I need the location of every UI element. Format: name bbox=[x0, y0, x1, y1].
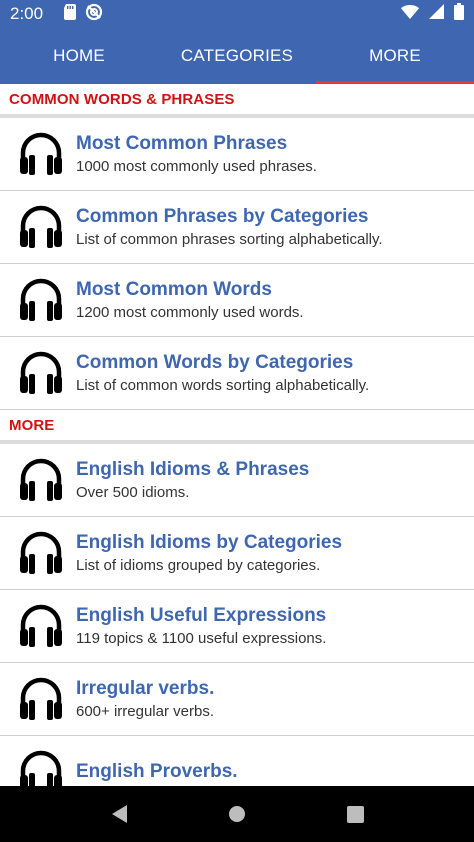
tab-more[interactable]: MORE bbox=[316, 28, 474, 84]
headphones-icon bbox=[18, 530, 64, 576]
back-icon[interactable] bbox=[99, 794, 139, 834]
headphones-icon bbox=[18, 350, 64, 396]
list-item-common-words-by-categories[interactable]: Common Words by Categories List of commo… bbox=[0, 337, 474, 410]
list-item-subtitle: 1000 most commonly used phrases. bbox=[76, 157, 317, 175]
list-item-title: English Idioms & Phrases bbox=[76, 458, 310, 480]
headphones-icon bbox=[18, 603, 64, 649]
section-header-more: MORE bbox=[0, 410, 474, 444]
headphones-icon bbox=[18, 676, 64, 722]
list-item-texts: English Idioms & Phrases Over 500 idioms… bbox=[76, 458, 309, 503]
list-item-subtitle: List of common phrases sorting alphabeti… bbox=[76, 230, 383, 248]
status-time: 2:00 bbox=[10, 4, 44, 23]
tab-home[interactable]: HOME bbox=[0, 28, 158, 84]
list-item-title: Irregular verbs. bbox=[76, 677, 215, 699]
list-item-subtitle: 1200 most commonly used words. bbox=[76, 303, 304, 321]
list-item-title: English Useful Expressions bbox=[76, 604, 327, 626]
recents-icon[interactable] bbox=[335, 794, 375, 834]
list-item-title: English Idioms by Categories bbox=[76, 531, 343, 553]
list-item-title: Most Common Phrases bbox=[76, 132, 288, 154]
list-item-irregular-verbs[interactable]: Irregular verbs. 600+ irregular verbs. bbox=[0, 663, 474, 736]
list-item-texts: English Proverbs. bbox=[76, 760, 238, 785]
list-item-common-phrases-by-categories[interactable]: Common Phrases by Categories List of com… bbox=[0, 191, 474, 264]
list-item-english-proverbs[interactable]: English Proverbs. bbox=[0, 736, 474, 786]
signal-icon bbox=[429, 4, 444, 24]
list-item-texts: Common Phrases by Categories List of com… bbox=[76, 205, 383, 250]
list-item-subtitle: 119 topics & 1100 useful expressions. bbox=[76, 629, 327, 647]
list-item-subtitle: 600+ irregular verbs. bbox=[76, 702, 214, 720]
list-item-texts: English Useful Expressions 119 topics & … bbox=[76, 604, 326, 649]
list-item-title: Common Phrases by Categories bbox=[76, 205, 369, 227]
list-item-english-idioms-phrases[interactable]: English Idioms & Phrases Over 500 idioms… bbox=[0, 444, 474, 517]
battery-icon bbox=[454, 3, 464, 25]
list-item-most-common-words[interactable]: Most Common Words 1200 most commonly use… bbox=[0, 264, 474, 337]
section-header-common-words: COMMON WORDS & PHRASES bbox=[0, 84, 474, 118]
tab-bar: HOME CATEGORIES MORE bbox=[0, 28, 474, 84]
list-item-texts: English Idioms by Categories List of idi… bbox=[76, 531, 342, 576]
list-item-english-idioms-by-categories[interactable]: English Idioms by Categories List of idi… bbox=[0, 517, 474, 590]
headphones-icon bbox=[18, 204, 64, 250]
sd-card-icon bbox=[63, 3, 77, 25]
wifi-icon bbox=[401, 4, 419, 24]
list-item-subtitle: List of idioms grouped by categories. bbox=[76, 556, 321, 574]
list-item-subtitle: List of common words sorting alphabetica… bbox=[76, 376, 370, 394]
list-item-texts: Irregular verbs. 600+ irregular verbs. bbox=[76, 677, 214, 722]
list-item-title: Common Words by Categories bbox=[76, 351, 354, 373]
list-item-subtitle: Over 500 idioms. bbox=[76, 483, 190, 501]
navigation-bar bbox=[0, 786, 474, 842]
list-item-most-common-phrases[interactable]: Most Common Phrases 1000 most commonly u… bbox=[0, 118, 474, 191]
headphones-icon bbox=[18, 277, 64, 323]
headphones-icon bbox=[18, 457, 64, 503]
list-item-title: Most Common Words bbox=[76, 278, 272, 300]
headphones-icon bbox=[18, 749, 64, 786]
status-bar-left: 2:00 bbox=[10, 3, 103, 26]
list-item-texts: Most Common Words 1200 most commonly use… bbox=[76, 278, 304, 323]
list-item-english-useful-expressions[interactable]: English Useful Expressions 119 topics & … bbox=[0, 590, 474, 663]
status-bar-right bbox=[401, 3, 464, 25]
tab-categories[interactable]: CATEGORIES bbox=[158, 28, 316, 84]
home-icon[interactable] bbox=[217, 794, 257, 834]
content-list[interactable]: COMMON WORDS & PHRASES Most Common Phras… bbox=[0, 84, 474, 786]
list-item-texts: Common Words by Categories List of commo… bbox=[76, 351, 369, 396]
status-bar: 2:00 bbox=[0, 0, 474, 28]
list-item-title: English Proverbs. bbox=[76, 760, 238, 782]
headphones-icon bbox=[18, 131, 64, 177]
no-sync-icon bbox=[85, 3, 103, 26]
list-item-texts: Most Common Phrases 1000 most commonly u… bbox=[76, 132, 317, 177]
